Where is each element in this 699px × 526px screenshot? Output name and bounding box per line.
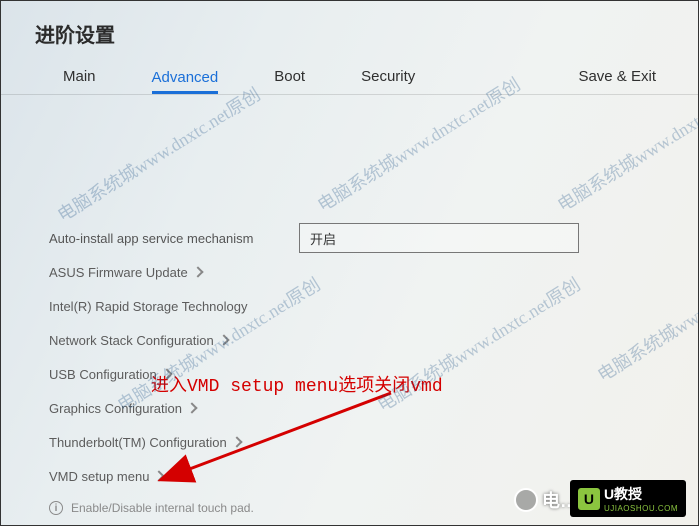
chevron-right-icon bbox=[186, 402, 197, 413]
tab-main[interactable]: Main bbox=[63, 60, 96, 93]
grid-icon bbox=[514, 488, 538, 512]
asus-firmware-label: ASUS Firmware Update bbox=[49, 265, 188, 280]
vmd-setup-label: VMD setup menu bbox=[49, 469, 149, 484]
brand-logo-1: 电… bbox=[514, 487, 578, 513]
row-thunderbolt-config[interactable]: Thunderbolt(TM) Configuration bbox=[49, 425, 698, 459]
graphics-config-label: Graphics Configuration bbox=[49, 401, 182, 416]
chevron-right-icon bbox=[231, 436, 242, 447]
brand2-name: U教授 bbox=[604, 486, 642, 502]
row-intel-rst[interactable]: Intel(R) Rapid Storage Technology bbox=[49, 289, 698, 323]
tab-security[interactable]: Security bbox=[361, 60, 415, 93]
tab-save-exit[interactable]: Save & Exit bbox=[578, 60, 656, 93]
annotation-text: 进入VMD setup menu选项关闭vmd bbox=[151, 371, 443, 397]
tab-boot[interactable]: Boot bbox=[274, 60, 305, 93]
page-title: 进阶设置 bbox=[35, 19, 115, 48]
tab-bar: Main Advanced Boot Security Save & Exit bbox=[1, 59, 698, 95]
row-auto-install[interactable]: Auto-install app service mechanism 开启 bbox=[49, 221, 698, 255]
row-asus-firmware[interactable]: ASUS Firmware Update bbox=[49, 255, 698, 289]
brand2-sub: UJIAOSHOU.COM bbox=[604, 504, 678, 513]
chevron-right-icon bbox=[154, 470, 165, 481]
auto-install-label: Auto-install app service mechanism bbox=[49, 231, 299, 246]
brand-logo-2: U U教授 UJIAOSHOU.COM bbox=[570, 480, 686, 517]
hint-text: Enable/Disable internal touch pad. bbox=[71, 501, 254, 515]
hint-row: i Enable/Disable internal touch pad. bbox=[49, 501, 254, 515]
chevron-right-icon bbox=[192, 266, 203, 277]
network-stack-label: Network Stack Configuration bbox=[49, 333, 214, 348]
u-icon: U bbox=[578, 488, 600, 510]
auto-install-value-text: 开启 bbox=[310, 229, 336, 248]
thunderbolt-config-label: Thunderbolt(TM) Configuration bbox=[49, 435, 227, 450]
usb-config-label: USB Configuration bbox=[49, 367, 157, 382]
intel-rst-label: Intel(R) Rapid Storage Technology bbox=[49, 299, 248, 314]
row-network-stack[interactable]: Network Stack Configuration bbox=[49, 323, 698, 357]
tab-advanced[interactable]: Advanced bbox=[152, 61, 219, 94]
info-icon: i bbox=[49, 501, 63, 515]
chevron-right-icon bbox=[218, 334, 229, 345]
auto-install-value[interactable]: 开启 bbox=[299, 223, 579, 253]
content-area: Auto-install app service mechanism 开启 AS… bbox=[1, 111, 698, 525]
